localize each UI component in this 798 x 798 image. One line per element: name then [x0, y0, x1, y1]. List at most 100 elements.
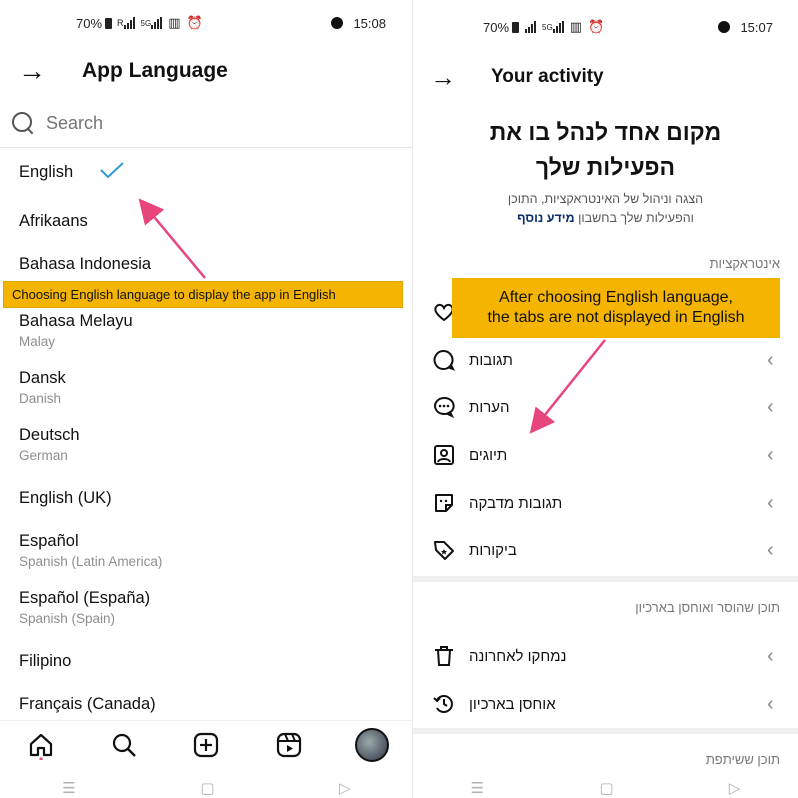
right-screen: 70% 5G ▥ ⏰ 15:07 → Your activity מקום אח…: [413, 0, 798, 798]
language-name: English (UK): [19, 489, 112, 507]
search-icon: [10, 110, 36, 136]
activity-row[interactable]: הערות ‹: [413, 387, 798, 427]
language-name: Deutsch: [19, 426, 80, 444]
language-subtitle: Danish: [19, 391, 62, 406]
row-label: אוחסן בארכיון: [469, 695, 556, 713]
section-label-shared: תוכן ששיתפת: [705, 752, 780, 767]
home-square-icon[interactable]: ▢: [200, 779, 214, 797]
activity-row[interactable]: נמחקו לאחרונה ‹: [413, 636, 798, 676]
activity-row[interactable]: תגובות מדבקה ‹: [413, 483, 798, 523]
language-item[interactable]: Afrikaans: [19, 212, 88, 231]
section-divider: [413, 576, 798, 582]
language-item[interactable]: Español Spanish (Latin America): [19, 532, 162, 569]
language-subtitle: Malay: [19, 334, 56, 349]
arrow-right-icon[interactable]: →: [12, 55, 52, 87]
hero-title-line: מקום אחד לנהל בו את: [489, 119, 722, 145]
chevron-left-icon: ‹: [767, 395, 774, 418]
search-bar[interactable]: [10, 108, 400, 138]
battery-percent: 70%: [76, 15, 103, 31]
activity-row[interactable]: ביקורות ‹: [413, 530, 798, 570]
language-item[interactable]: Bahasa Indonesia: [19, 255, 151, 274]
sticker-icon: [431, 490, 457, 516]
row-label: ביקורות: [469, 541, 517, 559]
row-label: נמחקו לאחרונה: [469, 647, 567, 665]
alarm-icon: ⏰: [588, 19, 605, 34]
language-subtitle: Spanish (Spain): [19, 611, 116, 626]
chevron-left-icon: ‹: [767, 644, 774, 667]
language-name: Bahasa Indonesia: [19, 255, 152, 273]
row-label: הערות: [469, 398, 510, 416]
check-icon: [100, 162, 124, 179]
hero-subtitle-text: והפעילות שלך בחשבון: [578, 210, 694, 225]
menu-icon[interactable]: ☰: [471, 779, 484, 797]
learn-more-link[interactable]: מידע נוסף: [517, 211, 575, 225]
network-5g-label: 5G: [140, 18, 152, 28]
signal-icon-2: [151, 17, 163, 29]
hero-subtitle-line: הצגה וניהול של האינטראקציות, התוכן: [507, 192, 704, 206]
language-item[interactable]: Français (Canada): [19, 695, 156, 714]
page-title: Your activity: [491, 66, 604, 87]
language-subtitle: German: [19, 448, 68, 463]
home-icon[interactable]: [23, 727, 59, 763]
annotation-line: the tabs are not displayed in English: [487, 309, 745, 326]
signal-icon: [123, 17, 135, 29]
hero-subtitle: הצגה וניהול של האינטראקציות, התוכן והפעי…: [413, 190, 798, 228]
header: → App Language: [0, 55, 413, 87]
activity-row[interactable]: אוחסן בארכיון ‹: [413, 684, 798, 724]
add-post-icon[interactable]: [188, 727, 224, 763]
arrow-right-icon[interactable]: →: [423, 62, 463, 93]
language-item[interactable]: Filipino: [19, 652, 71, 671]
language-item[interactable]: Deutsch German: [19, 426, 80, 463]
language-name: Afrikaans: [19, 212, 88, 230]
system-navigation: ☰ ▢ ▷: [413, 779, 798, 797]
annotation-callout: After choosing English language, the tab…: [452, 278, 780, 338]
network-5g-label: 5G: [542, 22, 553, 32]
section-divider: [413, 728, 798, 734]
bottom-navigation: [0, 720, 413, 768]
language-name: Español (España): [19, 589, 151, 607]
back-triangle-icon[interactable]: ▷: [339, 779, 351, 797]
reels-icon[interactable]: [271, 727, 307, 763]
battery-icon: [512, 21, 520, 33]
system-navigation: ☰ ▢ ▷: [0, 779, 413, 797]
dnd-icon: [718, 21, 731, 33]
status-bar: 70% R 5G ▥ ⏰ 15:08: [76, 12, 386, 34]
battery-icon: [105, 17, 113, 29]
language-item[interactable]: Bahasa Melayu Malay: [19, 312, 133, 349]
back-triangle-icon[interactable]: ▷: [729, 779, 741, 797]
menu-icon[interactable]: ☰: [62, 779, 75, 797]
language-name: Dansk: [19, 369, 66, 387]
search-input[interactable]: [46, 112, 346, 134]
language-item[interactable]: Español (España) Spanish (Spain): [19, 589, 150, 626]
chevron-left-icon: ‹: [767, 538, 774, 561]
archive-clock-icon: [431, 691, 457, 717]
activity-row[interactable]: תגובות ‹: [413, 340, 798, 380]
row-label: תגובות: [469, 351, 513, 369]
language-item[interactable]: English: [19, 163, 73, 182]
signal-icon-2: [552, 21, 564, 33]
review-tag-icon: [431, 537, 457, 563]
status-bar: 70% 5G ▥ ⏰ 15:07: [483, 16, 773, 38]
header: → Your activity: [413, 62, 798, 92]
section-label-interactions: אינטראקציות: [709, 256, 780, 271]
left-screen: 70% R 5G ▥ ⏰ 15:08 → App Language Englis…: [0, 0, 413, 798]
activity-row[interactable]: תיוגים ‹: [413, 435, 798, 475]
language-item[interactable]: English (UK): [19, 489, 112, 508]
hero-subtitle-line: והפעילות שלך בחשבון מידע נוסף: [413, 209, 798, 228]
home-square-icon[interactable]: ▢: [599, 779, 613, 797]
hero-title-line: הפעילות שלך: [535, 153, 676, 180]
search-icon[interactable]: [106, 727, 142, 763]
language-name: Filipino: [19, 652, 72, 670]
language-name: Español: [19, 532, 79, 550]
status-time: 15:08: [353, 15, 386, 31]
chevron-left-icon: ‹: [767, 443, 774, 466]
vibrate-icon: ▥: [569, 19, 582, 34]
language-item[interactable]: Dansk Danish: [19, 369, 66, 406]
language-subtitle: Spanish (Latin America): [19, 554, 163, 569]
signal-icon: [525, 21, 537, 33]
row-label: תגובות מדבקה: [469, 494, 563, 512]
alarm-icon: ⏰: [186, 15, 203, 30]
comment-bubble-icon: [431, 347, 457, 373]
status-time: 15:07: [740, 19, 773, 35]
profile-avatar[interactable]: [354, 727, 390, 763]
